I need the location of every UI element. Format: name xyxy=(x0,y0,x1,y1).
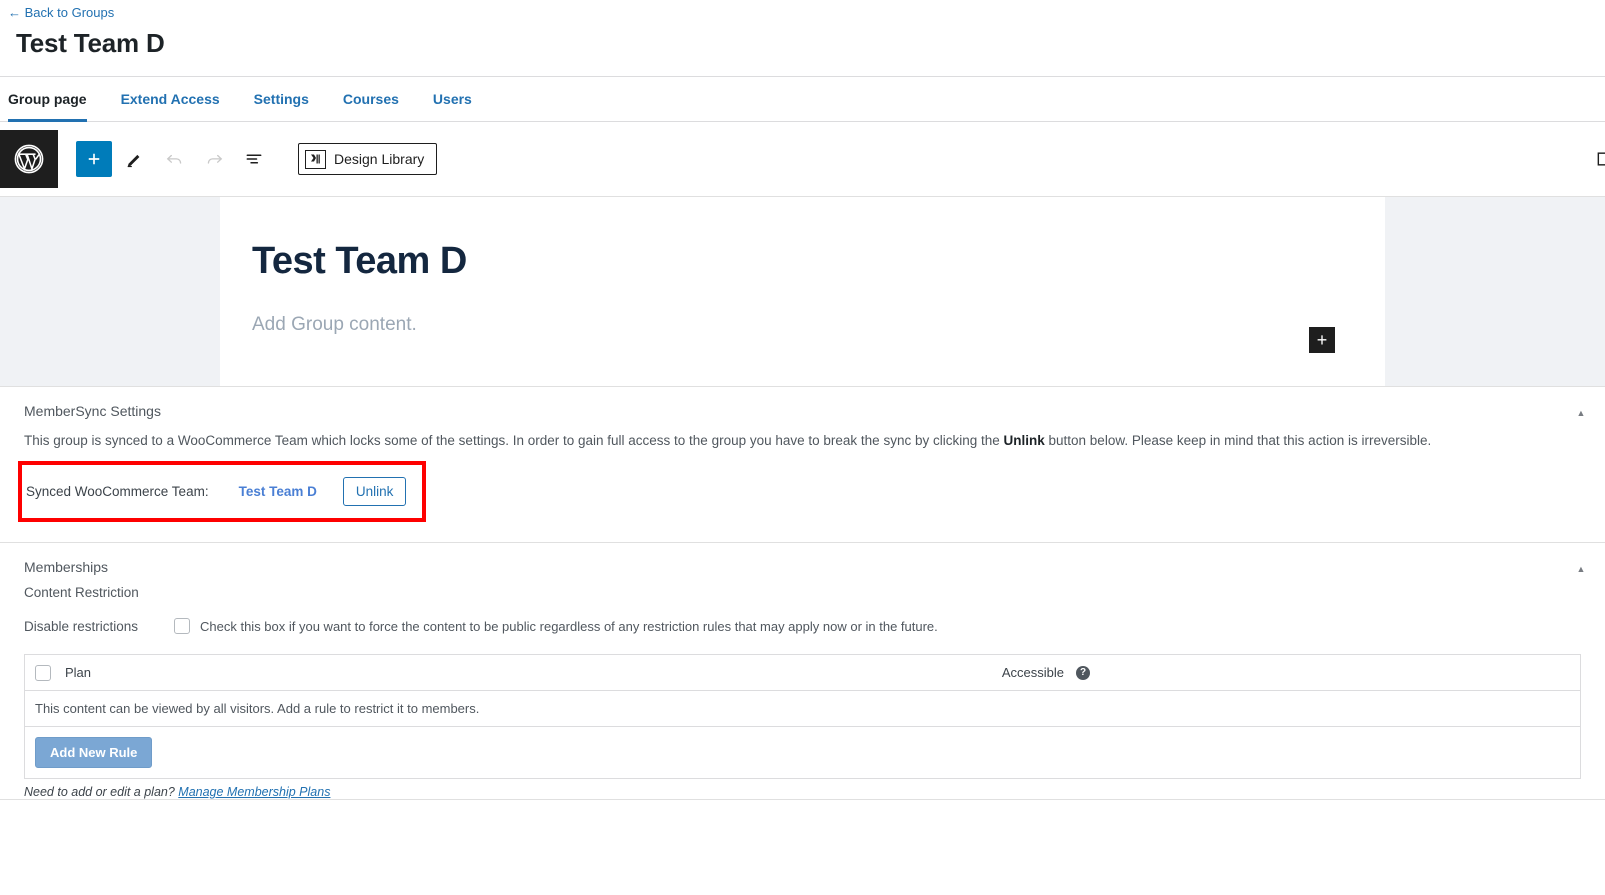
disable-restrictions-checkbox[interactable] xyxy=(174,618,190,634)
membersync-description: This group is synced to a WooCommerce Te… xyxy=(24,431,1581,451)
tab-bar: Group page Extend Access Settings Course… xyxy=(0,76,1605,123)
canvas-sheet[interactable]: Test Team D Add Group content. + xyxy=(220,197,1385,386)
synced-team-link[interactable]: Test Team D xyxy=(239,484,317,499)
rules-table-footer: Add New Rule xyxy=(25,727,1580,778)
add-new-rule-button[interactable]: Add New Rule xyxy=(35,737,153,768)
content-restriction-title: Content Restriction xyxy=(24,585,139,600)
wordpress-logo-icon[interactable] xyxy=(0,130,58,188)
tab-users[interactable]: Users xyxy=(433,76,472,122)
synced-team-highlight-box: Synced WooCommerce Team: Test Team D Unl… xyxy=(18,461,427,522)
column-header-accessible-label: Accessible xyxy=(1001,665,1064,680)
manage-plans-note-text: Need to add or edit a plan? xyxy=(24,785,179,799)
manage-plans-note: Need to add or edit a plan? Manage Membe… xyxy=(0,779,1605,799)
back-to-groups-link[interactable]: ← Back to Groups xyxy=(8,4,114,21)
memberships-collapse-icon[interactable]: ▲ xyxy=(1571,559,1591,579)
tab-group-page[interactable]: Group page xyxy=(8,76,87,123)
design-library-button[interactable]: Design Library xyxy=(298,143,438,175)
canvas-left-gutter xyxy=(0,197,220,386)
membersync-description-bold: Unlink xyxy=(1003,433,1045,448)
design-library-label: Design Library xyxy=(334,151,425,167)
membersync-panel-title: MemberSync Settings xyxy=(24,403,161,419)
page-title: Test Team D xyxy=(16,28,165,58)
disable-restrictions-label: Disable restrictions xyxy=(24,619,139,634)
select-all-checkbox[interactable] xyxy=(35,664,51,681)
canvas-inserter-button[interactable]: + xyxy=(1309,327,1335,353)
redo-arrow-icon[interactable] xyxy=(196,141,232,177)
design-library-icon xyxy=(305,149,326,169)
membersync-collapse-icon[interactable]: ▲ xyxy=(1571,403,1591,423)
memberships-panel-title: Memberships xyxy=(24,559,109,575)
manage-membership-plans-link[interactable]: Manage Membership Plans xyxy=(178,785,330,799)
tab-settings[interactable]: Settings xyxy=(254,76,309,122)
restriction-rules-table: Plan Accessible ? This content can be vi… xyxy=(24,654,1581,779)
unlink-button[interactable]: Unlink xyxy=(342,477,407,506)
rules-table-header: Plan Accessible ? xyxy=(25,655,1580,691)
page-header: ← Back to Groups Test Team D xyxy=(0,0,1605,58)
membersync-panel-body: This group is synced to a WooCommerce Te… xyxy=(0,431,1605,542)
toolbar-tools xyxy=(76,141,276,177)
membersync-description-part2: button below. Please keep in mind that t… xyxy=(1044,433,1432,448)
add-block-button[interactable] xyxy=(76,141,112,177)
column-header-plan: Plan xyxy=(65,665,92,680)
undo-arrow-icon[interactable] xyxy=(156,141,192,177)
help-icon[interactable]: ? xyxy=(1076,665,1090,680)
block-editor-canvas: Test Team D Add Group content. + xyxy=(0,197,1605,387)
membersync-description-part1: This group is synced to a WooCommerce Te… xyxy=(24,433,1004,448)
canvas-right-gutter xyxy=(1385,197,1605,386)
column-header-accessible: Accessible ? xyxy=(1002,665,1090,680)
pencil-icon[interactable] xyxy=(116,141,152,177)
membersync-panel: MemberSync Settings ▲ This group is sync… xyxy=(0,387,1605,543)
canvas-content-placeholder[interactable]: Add Group content. xyxy=(252,313,1385,337)
rules-empty-message: This content can be viewed by all visito… xyxy=(25,691,1580,727)
disable-restrictions-row: Disable restrictions Check this box if y… xyxy=(0,618,1605,636)
memberships-panel: Memberships ▲ Content Restriction Disabl… xyxy=(0,543,1605,800)
synced-team-label: Synced WooCommerce Team: xyxy=(26,484,209,499)
disable-restrictions-description: Check this box if you want to force the … xyxy=(200,619,938,634)
tab-extend-access[interactable]: Extend Access xyxy=(121,76,220,122)
block-editor-toolbar: Design Library xyxy=(0,122,1605,197)
toolbar-right-icon[interactable] xyxy=(1595,149,1605,169)
list-view-icon[interactable] xyxy=(236,141,272,177)
canvas-heading-block[interactable]: Test Team D xyxy=(252,239,1385,283)
tab-courses[interactable]: Courses xyxy=(343,76,399,122)
